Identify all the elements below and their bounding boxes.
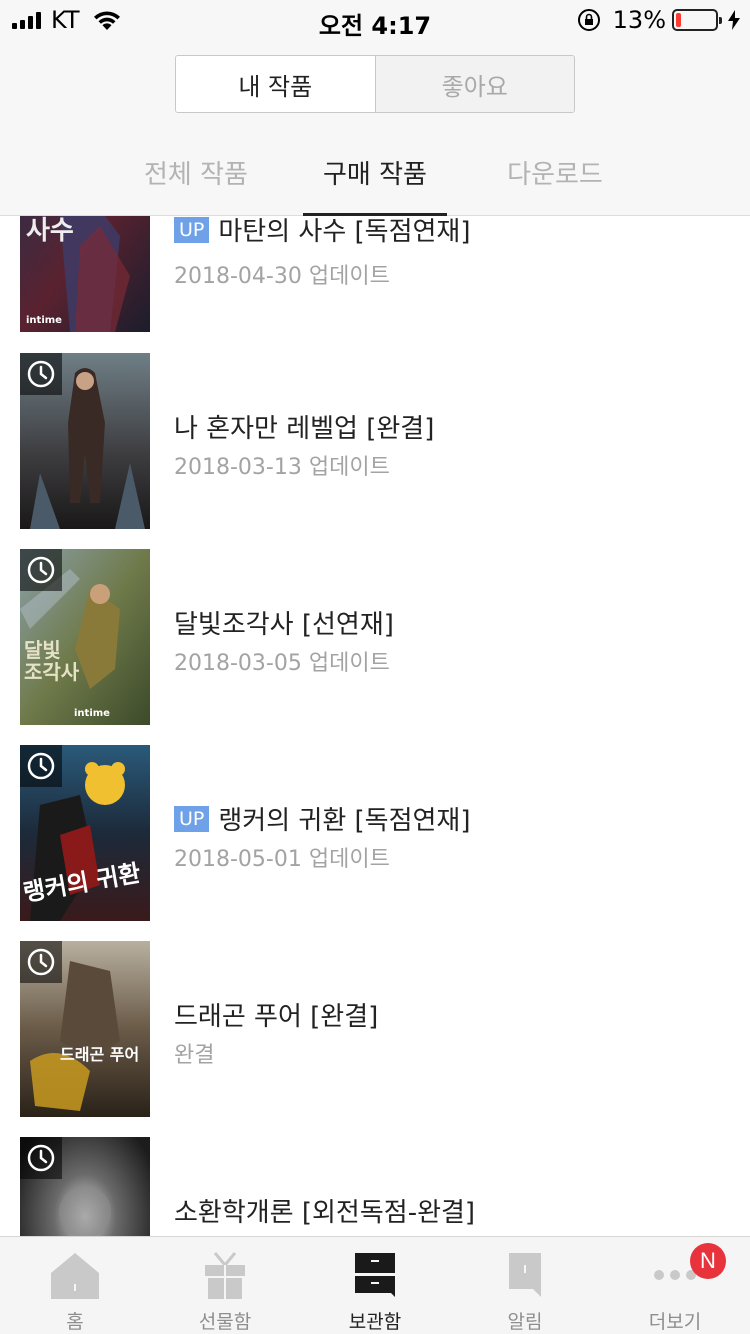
clock-icon (20, 549, 62, 591)
work-updated-date: 2018-03-05 업데이트 (174, 651, 390, 676)
cover-image: 사수 intime (20, 216, 150, 332)
tabbar-storage-label: 보관함 (348, 1311, 402, 1333)
tabbar-more-label: 더보기 (648, 1311, 702, 1333)
list-item[interactable]: 소환학개론 [외전독점-완결] (0, 1137, 750, 1236)
work-title: 달빛조각사 [선연재] (174, 610, 394, 640)
tabbar-notifications-label: 알림 (507, 1311, 543, 1333)
battery-percentage: 13% (612, 6, 666, 34)
cover-title-text: 사수 (26, 216, 74, 246)
tab-downloads[interactable]: 다운로드 (490, 154, 620, 214)
tabbar-home[interactable]: 홈 (0, 1237, 150, 1334)
tabbar-gift-label: 선물함 (198, 1311, 252, 1333)
work-title: 랭커의 귀환 [독점연재] (218, 806, 471, 836)
library-header: 내 작품 좋아요 전체 작품 구매 작품 다운로드 (0, 40, 750, 216)
work-status: 완결 (174, 1043, 215, 1068)
list-item[interactable]: 달빛 조각사 intime 달빛조각사 [선연재] 2018-03-05 업데이… (0, 549, 750, 725)
storage-icon (355, 1253, 395, 1297)
work-title: 드래곤 푸어 [완결] (174, 1002, 379, 1032)
work-title: 나 혼자만 레벨업 [완결] (174, 414, 435, 444)
work-updated-date: 2018-03-13 업데이트 (174, 455, 390, 480)
cover-image (20, 353, 150, 529)
work-updated-date: 2018-04-30 업데이트 (174, 264, 390, 289)
cover-image: 달빛 조각사 intime (20, 549, 150, 725)
publisher-logo: intime (74, 708, 110, 719)
home-icon (51, 1253, 99, 1299)
notification-icon (509, 1253, 541, 1297)
publisher-logo: intime (26, 315, 62, 326)
tabbar-storage[interactable]: 보관함 (300, 1237, 450, 1334)
tabbar-gift[interactable]: 선물함 (150, 1237, 300, 1334)
tabbar-home-label: 홈 (66, 1311, 84, 1333)
up-badge: UP (174, 216, 210, 243)
tab-purchased-works-label: 구매 작품 (323, 160, 427, 190)
battery-icon (672, 9, 722, 31)
cover-image: 랭커의 귀환 (20, 745, 150, 921)
purchased-works-list: 사수 intime UP 마탄의 사수 [독점연재] 2018-04-30 업데… (0, 216, 750, 1236)
segment-likes[interactable]: 좋아요 (374, 56, 574, 112)
clock-icon (20, 1137, 62, 1179)
clock-icon (20, 353, 62, 395)
cover-image: 드래곤 푸어 (20, 941, 150, 1117)
tabbar-notifications[interactable]: 알림 (450, 1237, 600, 1334)
rotation-lock-icon (577, 9, 600, 31)
new-notification-badge: N (690, 1243, 726, 1279)
list-item[interactable]: 랭커의 귀환 UP 랭커의 귀환 [독점연재] 2018-05-01 업데이트 (0, 745, 750, 921)
list-item[interactable]: 사수 intime UP 마탄의 사수 [독점연재] 2018-04-30 업데… (0, 216, 750, 332)
tab-all-works[interactable]: 전체 작품 (126, 154, 266, 214)
list-item[interactable]: 드래곤 푸어 드래곤 푸어 [완결] 완결 (0, 941, 750, 1117)
clock-icon (20, 941, 62, 983)
cover-image (20, 1137, 150, 1236)
work-updated-date: 2018-05-01 업데이트 (174, 847, 390, 872)
works-filter-tabs: 전체 작품 구매 작품 다운로드 (0, 150, 750, 216)
clock-icon (20, 745, 62, 787)
status-bar: KT 오전 4:17 13% (0, 0, 750, 40)
cover-title-text: 드래곤 푸어 (60, 1045, 140, 1064)
charging-bolt-icon (728, 10, 740, 30)
list-item[interactable]: 나 혼자만 레벨업 [완결] 2018-03-13 업데이트 (0, 353, 750, 529)
segment-my-works[interactable]: 내 작품 (176, 56, 375, 112)
tab-purchased-works[interactable]: 구매 작품 (303, 154, 447, 216)
works-segment-control: 내 작품 좋아요 (175, 55, 575, 113)
up-badge: UP (174, 805, 210, 832)
gift-icon (205, 1252, 245, 1299)
work-title: 마탄의 사수 [독점연재] (218, 217, 471, 247)
tab-all-works-label: 전체 작품 (144, 160, 248, 190)
work-title: 소환학개론 [외전독점-완결] (174, 1198, 476, 1228)
cover-title-text: 달빛 조각사 (24, 638, 80, 684)
tab-downloads-label: 다운로드 (507, 160, 603, 190)
tabbar-more[interactable]: 더보기 (600, 1237, 750, 1334)
bottom-tab-bar: 홈 선물함 보관함 알림 더보기 N (0, 1236, 750, 1334)
